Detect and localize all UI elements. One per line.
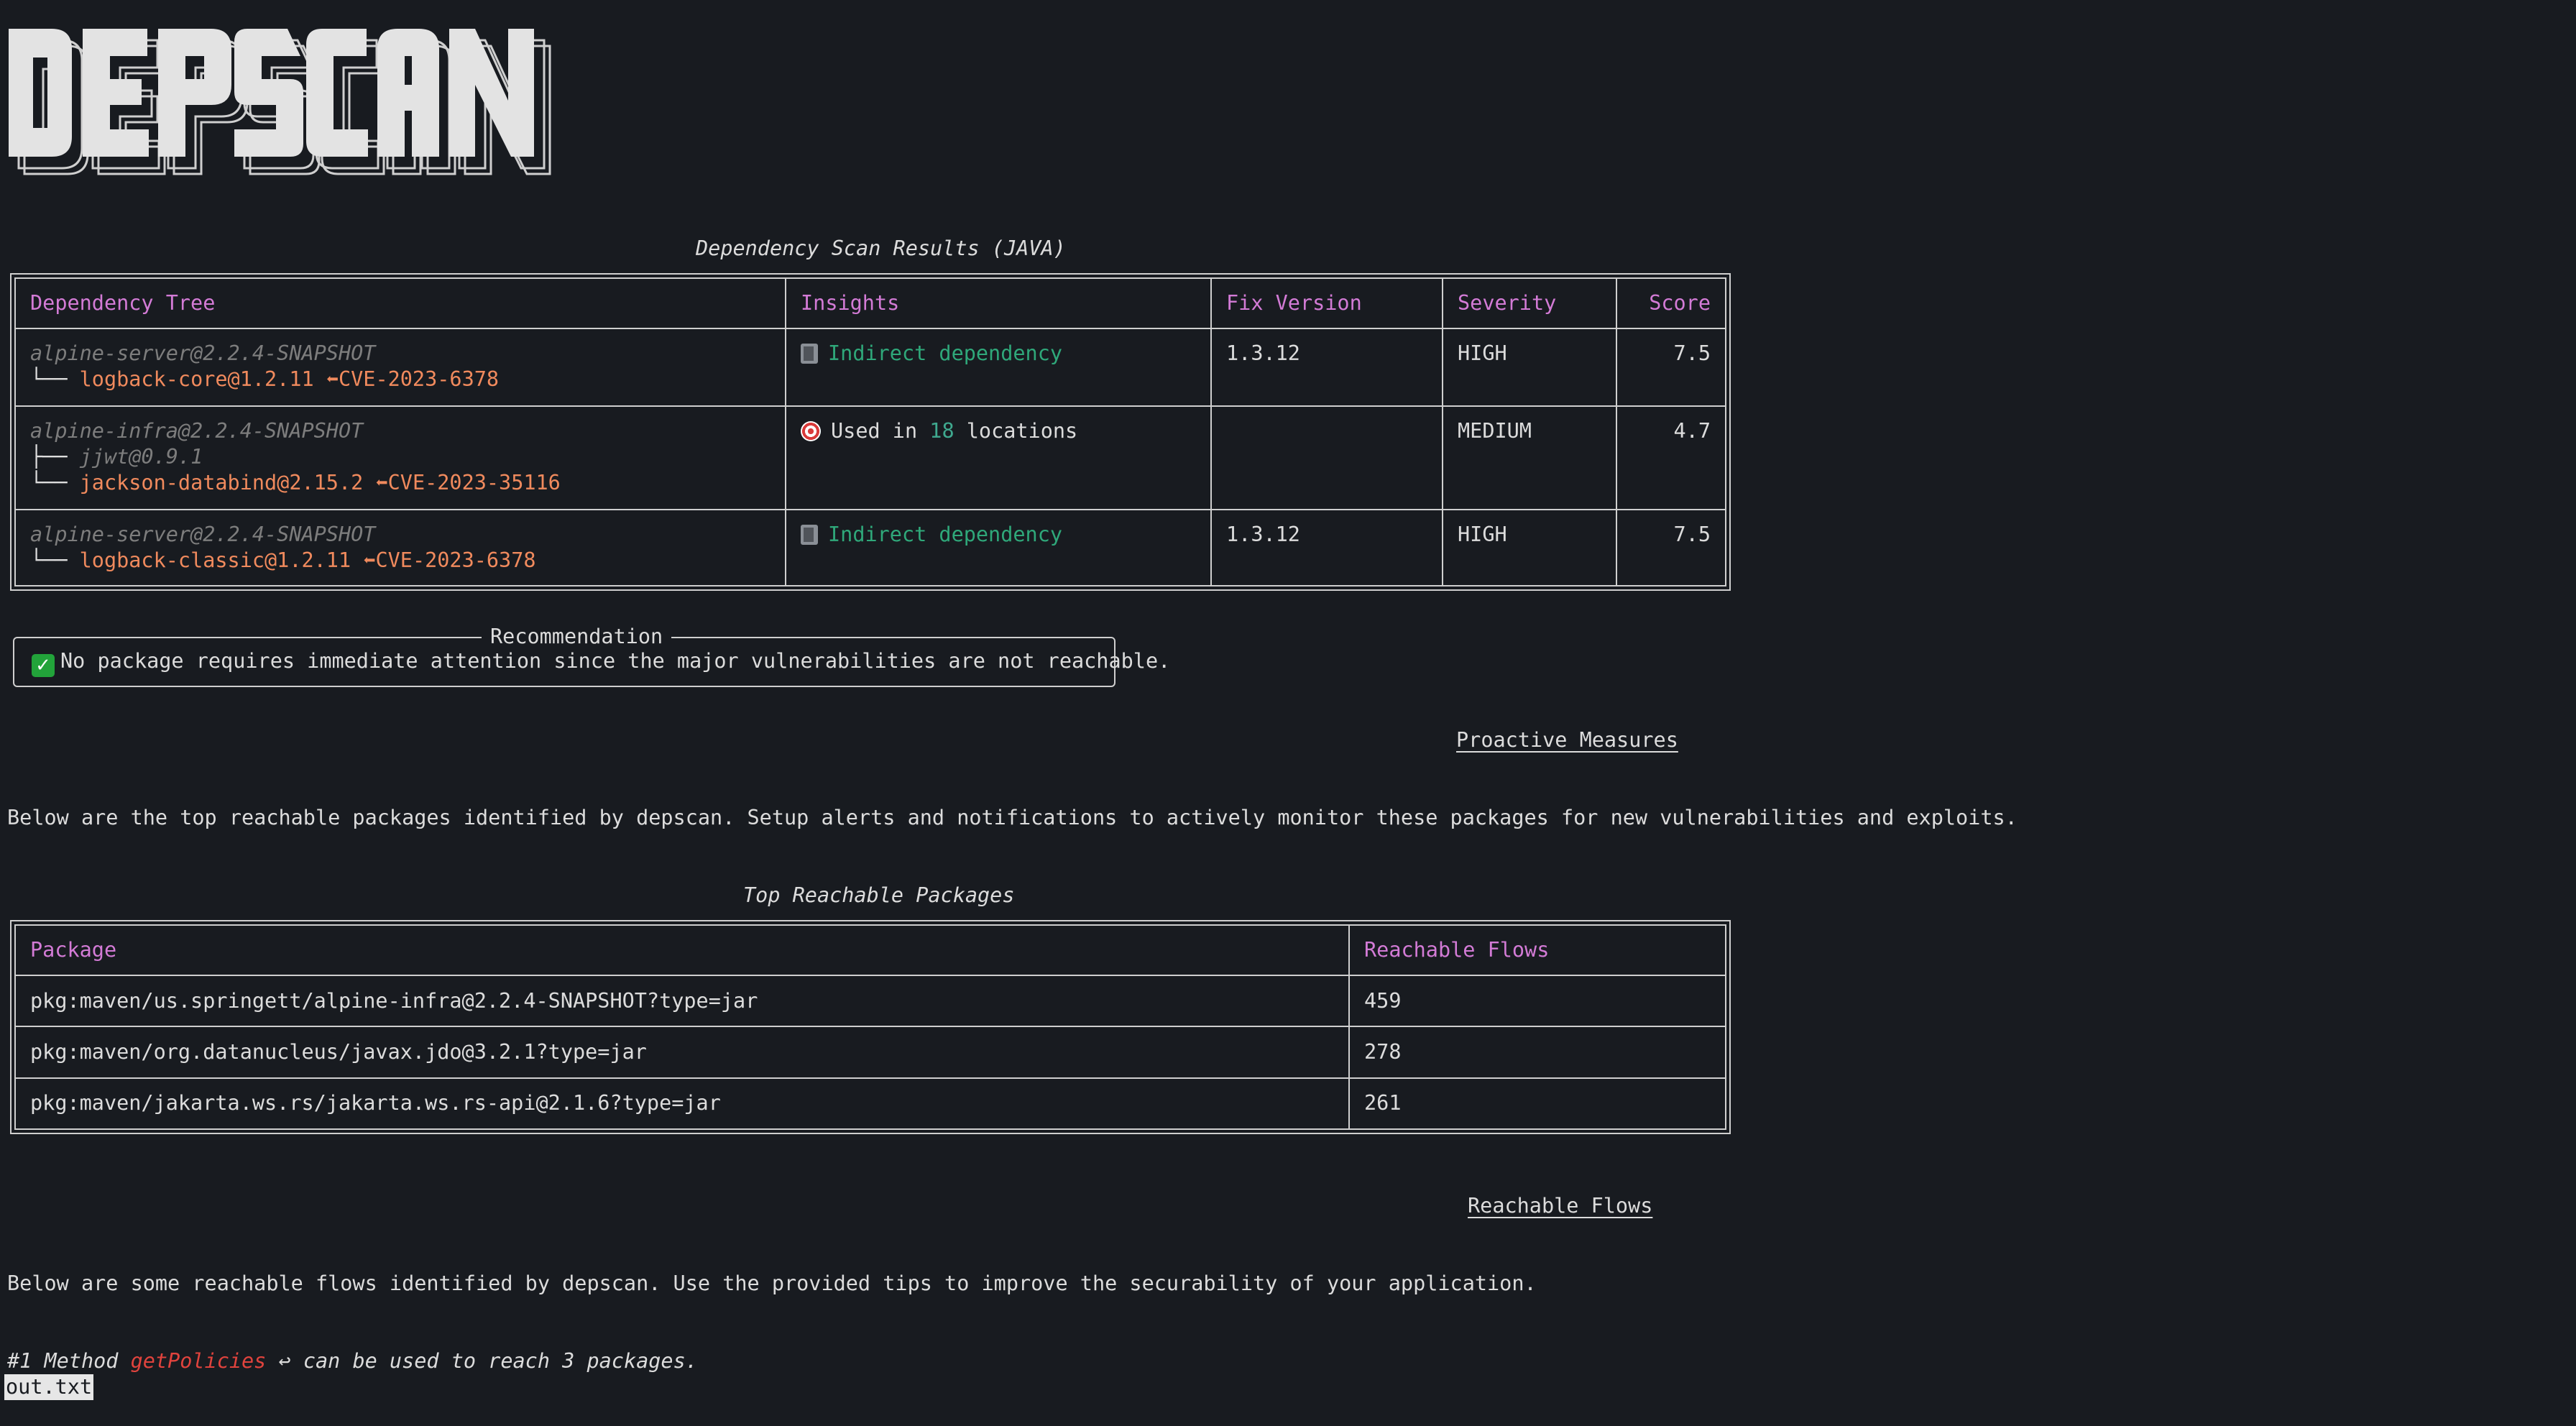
- flows-cell: 261: [1348, 1077, 1726, 1131]
- flow-method-prefix: #1 Method: [7, 1349, 131, 1373]
- insights-cell: Indirect dependency: [785, 509, 1212, 586]
- package-name: logback-classic@1.2.11: [79, 548, 351, 572]
- insight-text: Used in: [831, 419, 930, 443]
- flow-method-suffix: ↩ can be used to reach 3 packages.: [266, 1349, 698, 1373]
- dependency-tree-cell: alpine-server@2.2.4-SNAPSHOT └── logback-…: [14, 328, 786, 407]
- score-cell: 7.5: [1616, 328, 1726, 407]
- recommendation-panel: Recommendation ✓ No package requires imme…: [13, 624, 1170, 687]
- parent-package: alpine-server@2.2.4-SNAPSHOT: [30, 341, 376, 365]
- reachable-table: Package Reachable Flows pkg:maven/us.spr…: [10, 920, 1731, 1134]
- header-severity: Severity: [1442, 277, 1617, 329]
- flow-method-line: #1 Method getPolicies ↩ can be used to r…: [7, 1348, 698, 1374]
- header-package: Package: [14, 924, 1350, 976]
- dependency-table: Dependency Tree Insights Fix Version Sev…: [10, 273, 1731, 591]
- target-icon: [801, 421, 821, 441]
- recommendation-title: Recommendation: [482, 624, 672, 650]
- reachable-flows-text: Below are some reachable flows identifie…: [7, 1271, 1537, 1295]
- proactive-text: Below are the top reachable packages ide…: [7, 806, 2018, 829]
- dependency-tree-cell: alpine-server@2.2.4-SNAPSHOT └── logback-…: [14, 509, 786, 586]
- package-cell: pkg:maven/jakarta.ws.rs/jakarta.ws.rs-ap…: [14, 1077, 1350, 1131]
- parent-package: alpine-server@2.2.4-SNAPSHOT: [30, 523, 376, 546]
- proactive-heading: Proactive Measures: [1456, 728, 1678, 752]
- package-name: logback-core@1.2.11: [79, 367, 314, 391]
- insight-text: Indirect dependency: [828, 341, 1063, 365]
- score-cell: 4.7: [1616, 405, 1726, 510]
- check-icon: ✓: [32, 654, 55, 677]
- severity-cell: HIGH: [1442, 328, 1617, 407]
- header-dependency-tree: Dependency Tree: [14, 277, 786, 329]
- tree-branch: └──: [30, 367, 80, 391]
- tree-branch: ├──: [30, 445, 80, 469]
- table-row: alpine-infra@2.2.4-SNAPSHOT ├── jjwt@0.9.…: [14, 405, 1726, 510]
- header-score: Score: [1616, 277, 1726, 329]
- insight-count: 18: [929, 419, 954, 443]
- reachable-flows-heading: Reachable Flows: [1468, 1194, 1653, 1218]
- package-name: jjwt@0.9.1: [79, 445, 203, 469]
- header-reachable-flows: Reachable Flows: [1348, 924, 1726, 976]
- insight-text: Indirect dependency: [828, 523, 1063, 546]
- flows-cell: 278: [1348, 1026, 1726, 1079]
- package-cell: pkg:maven/org.datanucleus/javax.jdo@3.2.…: [14, 1026, 1350, 1079]
- flows-cell: 459: [1348, 974, 1726, 1028]
- tree-branch: └──: [30, 548, 80, 572]
- cve-id: ⬅CVE-2023-35116: [375, 471, 561, 494]
- parent-package: alpine-infra@2.2.4-SNAPSHOT: [30, 419, 364, 443]
- table-row: pkg:maven/jakarta.ws.rs/jakarta.ws.rs-ap…: [14, 1077, 1726, 1131]
- score-cell: 7.5: [1616, 509, 1726, 586]
- table-row: alpine-server@2.2.4-SNAPSHOT └── logback-…: [14, 328, 1726, 407]
- depscan-logo: [9, 29, 551, 175]
- insights-cell: Used in 18 locations: [785, 405, 1212, 510]
- fix-version-cell: 1.3.12: [1210, 328, 1443, 407]
- book-icon: [801, 344, 818, 364]
- insights-cell: Indirect dependency: [785, 328, 1212, 407]
- scan-results-title: Dependency Scan Results (JAVA): [696, 236, 1066, 260]
- method-name: getPolicies: [130, 1349, 267, 1373]
- severity-cell: HIGH: [1442, 509, 1617, 586]
- header-insights: Insights: [785, 277, 1212, 329]
- package-name: jackson-databind@2.15.2: [79, 471, 364, 494]
- reachable-packages-title: Top Reachable Packages: [743, 883, 1015, 907]
- dependency-tree-cell: alpine-infra@2.2.4-SNAPSHOT ├── jjwt@0.9.…: [14, 405, 786, 510]
- package-cell: pkg:maven/us.springett/alpine-infra@2.2.…: [14, 974, 1350, 1028]
- table-row: alpine-server@2.2.4-SNAPSHOT └── logback-…: [14, 509, 1726, 586]
- header-fix-version: Fix Version: [1210, 277, 1443, 329]
- cve-id: ⬅CVE-2023-6378: [363, 548, 536, 572]
- book-icon: [801, 525, 818, 545]
- cve-id: ⬅CVE-2023-6378: [326, 367, 500, 391]
- table-row: pkg:maven/org.datanucleus/javax.jdo@3.2.…: [14, 1026, 1726, 1079]
- fix-version-cell: [1210, 405, 1443, 510]
- recommendation-text: No package requires immediate attention …: [60, 649, 1171, 673]
- pager-prompt[interactable]: out.txt: [4, 1374, 94, 1400]
- fix-version-cell: 1.3.12: [1210, 509, 1443, 586]
- severity-cell: MEDIUM: [1442, 405, 1617, 510]
- table-row: pkg:maven/us.springett/alpine-infra@2.2.…: [14, 974, 1726, 1028]
- insight-text: locations: [954, 419, 1078, 443]
- tree-branch: └──: [30, 471, 80, 494]
